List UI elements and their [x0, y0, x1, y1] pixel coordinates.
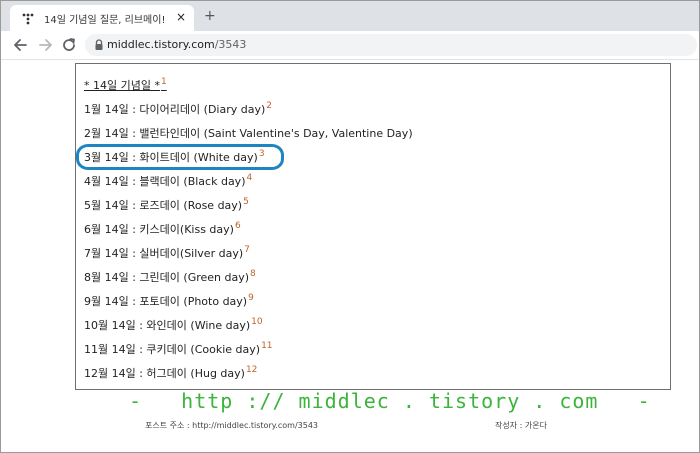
list-item: 7월 14일 : 실버데이(Silver day)7 [84, 245, 250, 261]
post-address: 포스트 주소 : http://middlec.tistory.com/3543 [145, 421, 319, 430]
tistory-favicon-icon [22, 13, 34, 25]
footnote-marker[interactable]: 1 [161, 77, 167, 87]
list-item-text: 8월 14일 : 그린데이 (Green day) [84, 271, 250, 284]
back-arrow-icon[interactable] [12, 36, 30, 54]
footnote-marker[interactable]: 7 [244, 245, 250, 255]
list-item: 12월 14일 : 허그데이 (Hug day)12 [84, 365, 257, 381]
footnote-marker[interactable]: 10 [251, 317, 262, 327]
forward-arrow-icon[interactable] [36, 36, 54, 54]
list-item-text: 5월 14일 : 로즈데이 (Rose day) [84, 199, 243, 212]
list-heading-text: * 14일 기념일 * [84, 79, 160, 92]
new-tab-button[interactable]: + [204, 9, 216, 23]
list-item: 9월 14일 : 포토데이 (Photo day)9 [84, 293, 254, 309]
list-item-text: 2월 14일 : 밸런타인데이 (Saint Valentine's Day, … [84, 127, 413, 140]
list-item: 10월 14일 : 와인데이 (Wine day)10 [84, 317, 263, 333]
author-credit: 작성자 : 가온다 [495, 421, 547, 430]
browser-toolbar: middlec.tistory.com/3543 [1, 31, 699, 60]
list-item: 5월 14일 : 로즈데이 (Rose day)5 [84, 197, 249, 213]
url-text[interactable]: middlec.tistory.com/3543 [107, 38, 246, 51]
list-item: 2월 14일 : 밸런타인데이 (Saint Valentine's Day, … [84, 125, 414, 141]
url-path: /3543 [214, 38, 247, 51]
footnote-marker[interactable]: 8 [250, 269, 256, 279]
list-item: 8월 14일 : 그린데이 (Green day)8 [84, 269, 256, 285]
list-item: 3월 14일 : 화이트데이 (White day)3 [84, 149, 265, 165]
anniversary-list-box: * 14일 기념일 *1 1월 14일 : 다이어리데이 (Diary day)… [75, 63, 671, 390]
watermark: - http :// middlec . tistory . com - [129, 389, 651, 413]
footnote-marker[interactable]: 6 [235, 221, 241, 231]
footnote-marker[interactable]: 5 [243, 197, 249, 207]
list-item-text: 1월 14일 : 다이어리데이 (Diary day) [84, 103, 266, 116]
footnote-marker[interactable]: 9 [248, 293, 254, 303]
list-item-text: 12월 14일 : 허그데이 (Hug day) [84, 367, 245, 380]
footnote-marker[interactable]: 2 [266, 101, 272, 111]
list-item-text: 11월 14일 : 쿠키데이 (Cookie day) [84, 343, 261, 356]
list-item: 1월 14일 : 다이어리데이 (Diary day)2 [84, 101, 272, 117]
list-item: 4월 14일 : 블랙데이 (Black day)4 [84, 173, 252, 189]
list-item-text: 10월 14일 : 와인데이 (Wine day) [84, 319, 251, 332]
list-item-text: 7월 14일 : 실버데이(Silver day) [84, 247, 244, 260]
list-item-text: 4월 14일 : 블랙데이 (Black day) [84, 175, 246, 188]
list-item-text: 3월 14일 : 화이트데이 (White day) [84, 151, 258, 164]
reload-icon[interactable] [60, 36, 78, 54]
footnote-marker[interactable]: 12 [246, 365, 257, 375]
url-host: middlec.tistory.com [107, 38, 215, 51]
list-item-text: 6월 14일 : 키스데이(Kiss day) [84, 223, 234, 236]
list-item-text: 9월 14일 : 포토데이 (Photo day) [84, 295, 248, 308]
footnote-marker[interactable]: 11 [261, 341, 272, 351]
address-bar[interactable]: middlec.tistory.com/3543 [85, 34, 697, 56]
list-heading: * 14일 기념일 *1 [84, 77, 167, 93]
lock-icon[interactable] [94, 39, 104, 51]
footnote-marker[interactable]: 4 [246, 173, 252, 183]
footnote-marker[interactable]: 3 [259, 149, 265, 159]
list-item: 6월 14일 : 키스데이(Kiss day)6 [84, 221, 241, 237]
tab-title: 14일 기념일 질문, 리브메이! [44, 15, 166, 26]
tab-strip: 14일 기념일 질문, 리브메이! × + [1, 1, 699, 31]
browser-window: 14일 기념일 질문, 리브메이! × + middlec.tistory.co… [0, 0, 700, 453]
browser-tab[interactable]: 14일 기념일 질문, 리브메이! × [10, 5, 194, 31]
list-item: 11월 14일 : 쿠키데이 (Cookie day)11 [84, 341, 273, 357]
close-tab-icon[interactable]: × [174, 10, 188, 24]
